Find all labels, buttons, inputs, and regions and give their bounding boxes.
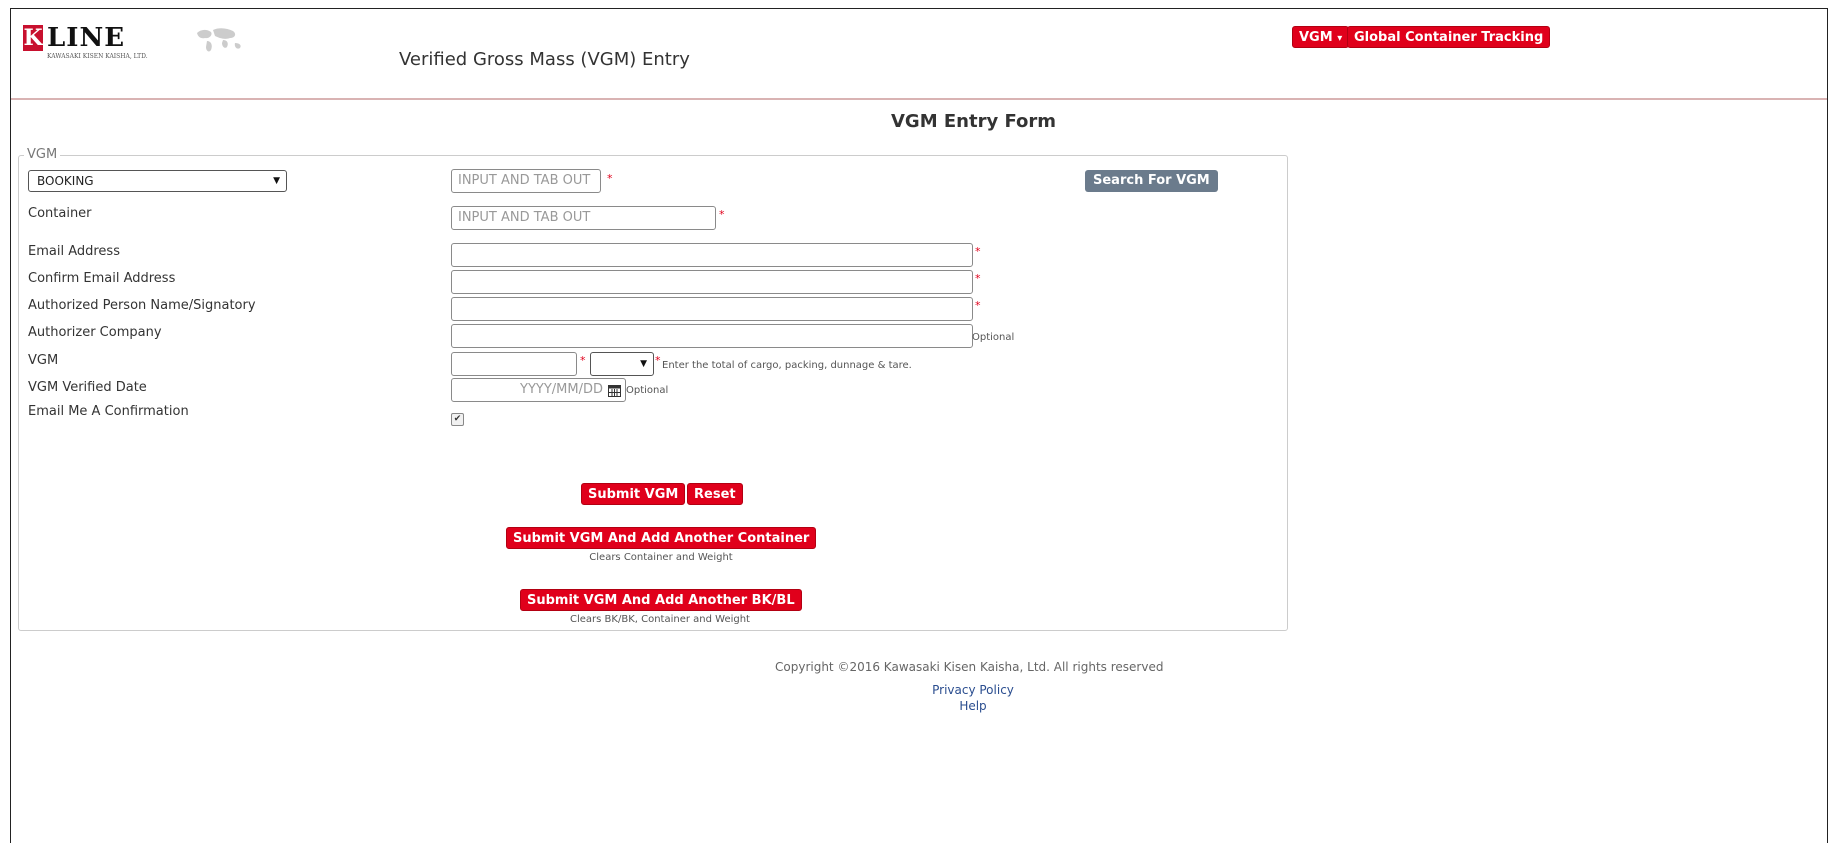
vgm-weight-input[interactable] — [451, 352, 577, 376]
form-title: VGM Entry Form — [891, 111, 1057, 132]
authorized-person-field[interactable] — [451, 297, 973, 321]
search-for-vgm-button[interactable]: Search For VGM — [1085, 170, 1218, 192]
submit-add-bkbl-note: Clears BK/BK, Container and Weight — [570, 614, 750, 625]
vgm-help-note: Enter the total of cargo, packing, dunna… — [662, 360, 912, 371]
required-marker: * — [580, 354, 586, 367]
email-confirmation-label: Email Me A Confirmation — [28, 404, 189, 419]
authorizer-company-label: Authorizer Company — [28, 325, 162, 340]
vgm-label: VGM — [28, 353, 59, 368]
vgm-date-input[interactable]: YYYY/MM/DD — [451, 378, 626, 402]
email-field[interactable] — [451, 243, 973, 267]
chevron-down-icon: ▼ — [640, 359, 647, 369]
vgm-menu-button[interactable]: VGM ▾ — [1292, 26, 1350, 48]
kline-logo: K LINE KAWASAKI KISEN KAISHA, LTD. — [23, 23, 273, 63]
logo-subtitle: KAWASAKI KISEN KAISHA, LTD. — [47, 53, 148, 60]
vgm-unit-select[interactable]: ▼ — [590, 352, 654, 376]
vgm-date-placeholder: YYYY/MM/DD — [520, 382, 603, 397]
booking-number-input[interactable]: INPUT AND TAB OUT — [451, 169, 601, 193]
calendar-icon[interactable] — [608, 384, 621, 397]
logo-mark: K — [23, 25, 43, 51]
required-marker: * — [975, 245, 981, 258]
submit-add-container-button[interactable]: Submit VGM And Add Another Container — [506, 527, 817, 549]
submit-vgm-button[interactable]: Submit VGM — [581, 483, 686, 505]
global-container-tracking-button[interactable]: Global Container Tracking — [1347, 26, 1551, 48]
authorized-person-label: Authorized Person Name/Signatory — [28, 298, 256, 313]
email-confirmation-checkbox[interactable]: ✔ — [451, 413, 464, 426]
optional-note: Optional — [626, 385, 669, 396]
confirm-email-field[interactable] — [451, 270, 973, 294]
required-marker: * — [975, 299, 981, 312]
container-input-placeholder: INPUT AND TAB OUT — [458, 210, 591, 225]
reset-button[interactable]: Reset — [687, 483, 743, 505]
vgm-fieldset: VGM BOOKING ▼ INPUT AND TAB OUT * Search… — [18, 147, 1288, 631]
page-frame: K LINE KAWASAKI KISEN KAISHA, LTD. Verif… — [10, 8, 1828, 843]
vgm-date-label: VGM Verified Date — [28, 380, 147, 395]
header-divider — [11, 98, 1827, 100]
confirm-email-label: Confirm Email Address — [28, 271, 176, 286]
optional-note: Optional — [972, 332, 1015, 343]
authorizer-company-field[interactable] — [451, 324, 973, 348]
search-type-select[interactable]: BOOKING ▼ — [28, 170, 287, 192]
email-label: Email Address — [28, 244, 120, 259]
booking-input-placeholder: INPUT AND TAB OUT — [458, 173, 591, 188]
copyright-text: Copyright ©2016 Kawasaki Kisen Kaisha, L… — [775, 660, 1164, 674]
submit-add-bkbl-button[interactable]: Submit VGM And Add Another BK/BL — [520, 589, 802, 611]
required-marker: * — [655, 354, 661, 367]
required-marker: * — [975, 272, 981, 285]
required-marker: * — [719, 208, 725, 221]
fieldset-legend: VGM — [24, 147, 61, 162]
container-label: Container — [28, 206, 92, 221]
world-map-icon — [197, 28, 241, 52]
container-input[interactable]: INPUT AND TAB OUT — [451, 206, 716, 230]
search-type-value: BOOKING — [37, 174, 94, 188]
logo-text: LINE — [47, 23, 126, 53]
required-marker: * — [607, 172, 613, 185]
submit-add-container-note: Clears Container and Weight — [589, 552, 733, 563]
vgm-menu-label: VGM — [1299, 30, 1333, 45]
help-link[interactable]: Help — [916, 699, 1030, 713]
chevron-down-icon: ▼ — [273, 176, 280, 186]
privacy-policy-link[interactable]: Privacy Policy — [916, 683, 1030, 697]
page-title: Verified Gross Mass (VGM) Entry — [399, 49, 690, 70]
chevron-down-icon: ▾ — [1337, 33, 1343, 44]
